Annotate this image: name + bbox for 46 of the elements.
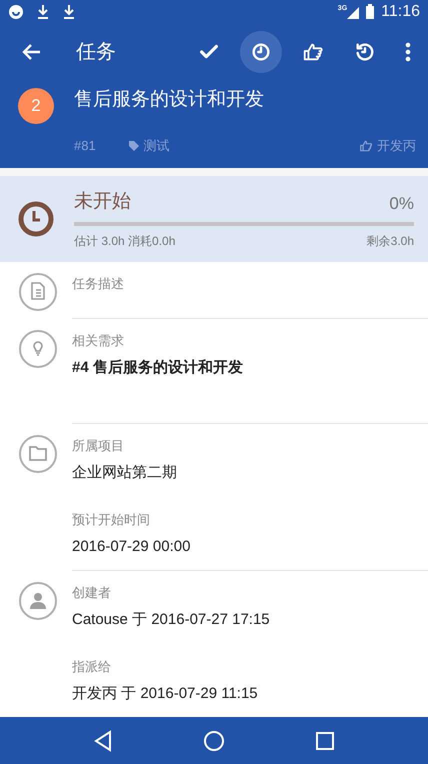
field-value: #4 售后服务的设计和开发 xyxy=(72,358,244,378)
thumbs-up-icon xyxy=(359,138,373,153)
time-estimate: 估计 3.0h 消耗0.0h xyxy=(74,233,176,250)
field-label: 指派给 xyxy=(72,658,112,676)
square-recents-icon xyxy=(315,730,335,750)
clock-time: 11:16 xyxy=(381,2,420,22)
field-label: 创建者 xyxy=(72,584,112,602)
field-label: 所属项目 xyxy=(72,437,125,455)
field-label: 相关需求 xyxy=(72,332,125,350)
recents-button[interactable] xyxy=(315,730,335,750)
download-icon xyxy=(36,4,50,20)
task-id: #81 xyxy=(74,137,96,155)
field-value: 企业网站第二期 xyxy=(72,462,178,482)
person-icon xyxy=(18,581,58,621)
task-assignee: 开发丙 xyxy=(377,137,416,155)
thumbs-up-icon xyxy=(302,41,324,63)
back-arrow-icon xyxy=(22,42,42,62)
task-tag: 测试 xyxy=(144,136,170,156)
triangle-back-icon xyxy=(93,730,113,752)
toolbar-title: 任务 xyxy=(76,40,116,65)
lightbulb-icon xyxy=(18,329,58,369)
circle-home-icon xyxy=(203,730,225,752)
app-logo-icon xyxy=(8,4,24,20)
progress-percent: 0% xyxy=(389,192,414,214)
field-value: 开发丙 于 2016-07-29 11:15 xyxy=(72,684,259,704)
tag-icon xyxy=(128,140,140,152)
signal-icon xyxy=(347,5,362,19)
battery-icon xyxy=(365,4,376,20)
field-value: 2016-07-29 00:00 xyxy=(72,536,192,556)
task-title: 售后服务的设计和开发 xyxy=(74,88,264,112)
progress-status: 未开始 xyxy=(74,190,131,214)
field-value: Catouse 于 2016-07-27 17:15 xyxy=(72,610,271,630)
time-remaining: 剩余3.0h xyxy=(366,233,414,250)
clock-icon xyxy=(18,200,54,237)
priority-badge: 2 xyxy=(18,88,54,124)
more-icon xyxy=(405,41,411,63)
history-icon xyxy=(354,41,376,63)
field-label: 预计开始时间 xyxy=(72,511,151,529)
clock-icon xyxy=(250,41,272,63)
home-button[interactable] xyxy=(203,730,225,752)
download-icon xyxy=(62,4,76,20)
back-nav-button[interactable] xyxy=(93,730,113,752)
folder-icon xyxy=(18,434,58,474)
document-icon xyxy=(18,272,58,312)
field-label: 任务描述 xyxy=(72,275,125,293)
clock-button[interactable] xyxy=(240,31,282,73)
